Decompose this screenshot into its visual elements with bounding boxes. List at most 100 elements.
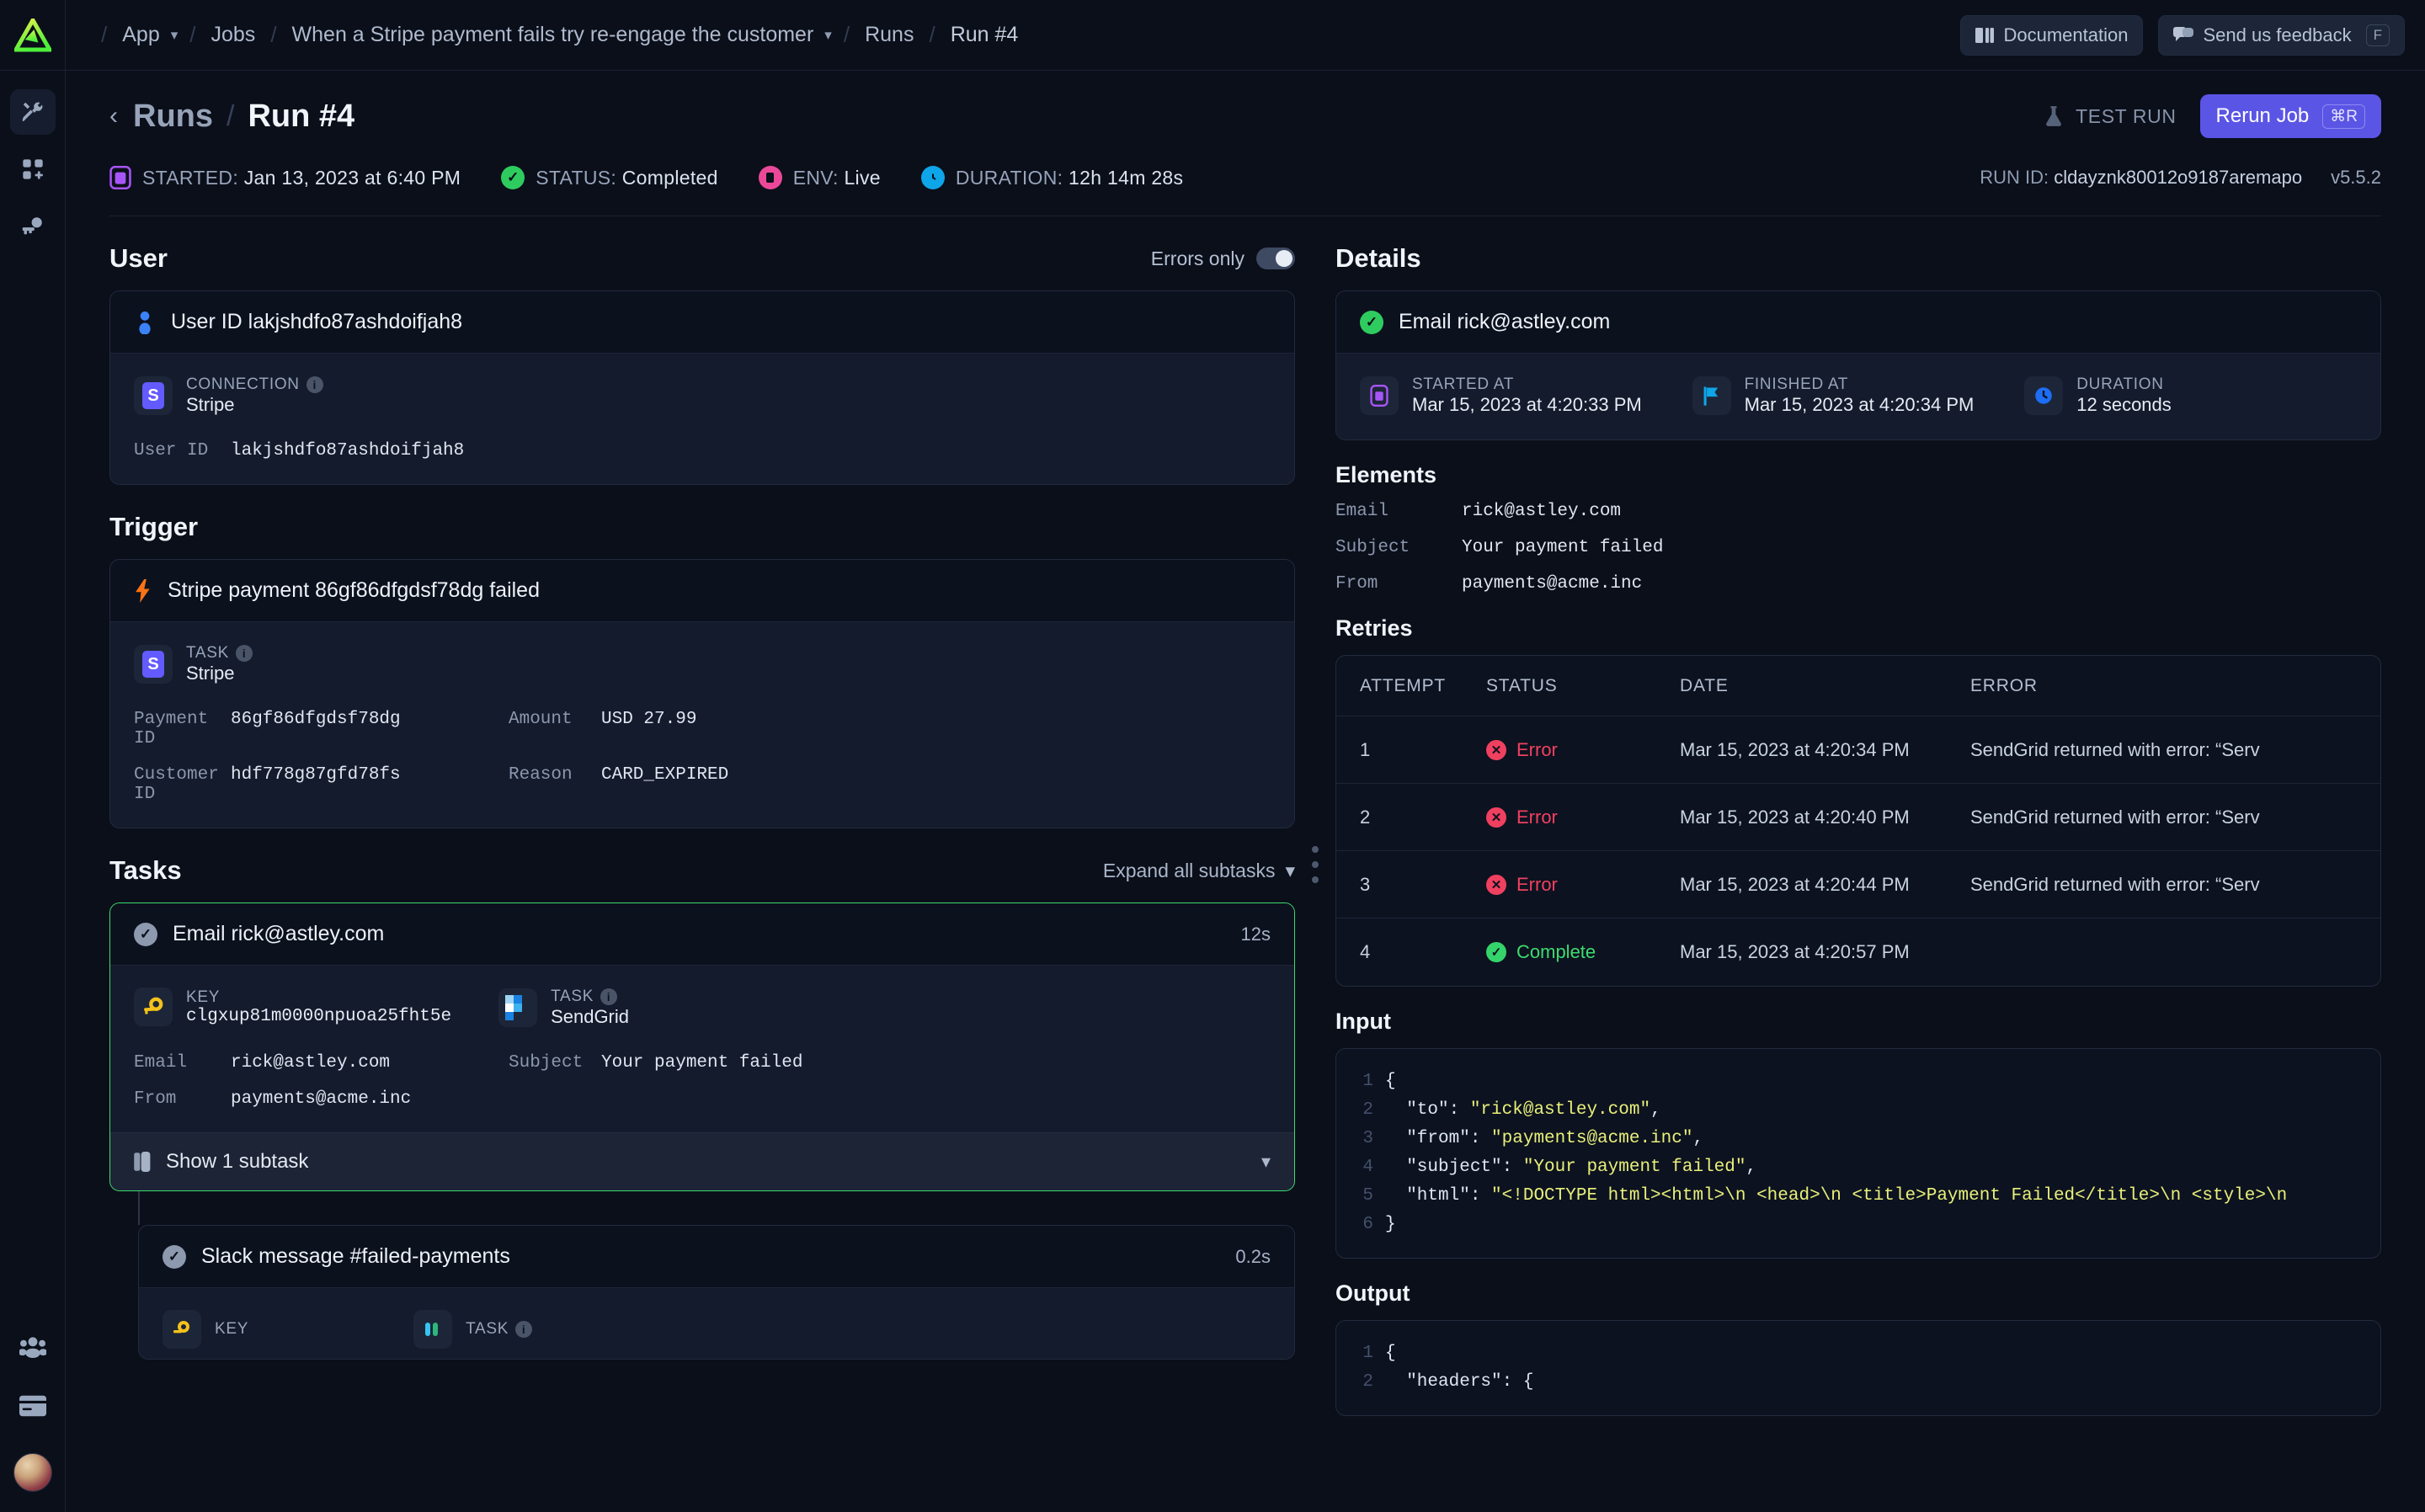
started-at-label: STARTED AT bbox=[1412, 375, 1515, 393]
run-id: RUN ID: cldayznk80012o9187aremapo bbox=[1980, 167, 2303, 188]
elements-list: Email rick@astley.com Subject Your payme… bbox=[1335, 502, 2381, 594]
avatar[interactable] bbox=[13, 1453, 52, 1492]
sidebar-item-team[interactable] bbox=[18, 1335, 47, 1363]
subtask-card-header[interactable]: ✓ Slack message #failed-payments 0.2s bbox=[139, 1226, 1294, 1288]
feedback-shortcut: F bbox=[2365, 24, 2390, 46]
content-panes: User Errors only User ID lakjshdfo87ashd… bbox=[66, 216, 2425, 1512]
field-key: Payment ID bbox=[134, 710, 209, 748]
table-row[interactable]: 3 ✕ Error Mar 15, 2023 at 4:20:44 PM Send… bbox=[1336, 851, 2380, 918]
breadcrumb-sep: / bbox=[101, 22, 108, 47]
breadcrumb-item-app[interactable]: App bbox=[119, 23, 163, 47]
task-card-header[interactable]: ✓ Email rick@astley.com 12s bbox=[110, 903, 1294, 966]
task-card-body: KEY clgxup81m0000npuoa25fht5e TASK i Sen… bbox=[110, 966, 1294, 1132]
info-icon[interactable]: i bbox=[306, 376, 323, 393]
key-icon bbox=[163, 1310, 201, 1349]
flag-icon-glyph bbox=[1703, 386, 1718, 406]
details-section-title: Details bbox=[1335, 243, 1421, 273]
field-value: USD 27.99 bbox=[601, 710, 697, 729]
trigger-fields: Payment ID 86gf86dfgdsf78dg Amount USD 2… bbox=[134, 710, 1271, 804]
connection-chip[interactable]: S CONNECTION i Stripe bbox=[134, 375, 323, 416]
code-line: 1{ bbox=[1362, 1344, 1396, 1363]
breadcrumb-item-run[interactable]: Run #4 bbox=[947, 23, 1022, 47]
app-logo[interactable] bbox=[0, 0, 65, 71]
cell-error: SendGrid returned with error: “Serv bbox=[1970, 873, 2260, 895]
page-title-parent[interactable]: Runs bbox=[133, 98, 213, 135]
key-chip[interactable]: KEY clgxup81m0000npuoa25fht5e bbox=[134, 988, 451, 1026]
detail-finished-text: FINISHED AT Mar 15, 2023 at 4:20:34 PM bbox=[1745, 375, 1975, 416]
rerun-job-button[interactable]: Rerun Job ⌘R bbox=[2199, 94, 2381, 138]
check-circle-icon: ✓ bbox=[501, 166, 525, 189]
output-code-block[interactable]: 1{ 2 "headers": { bbox=[1335, 1320, 2381, 1416]
element-value: payments@acme.inc bbox=[1462, 574, 1643, 594]
test-run-button[interactable]: TEST RUN bbox=[2044, 105, 2176, 128]
table-row[interactable]: 2 ✕ Error Mar 15, 2023 at 4:20:40 PM Send… bbox=[1336, 784, 2380, 851]
user-card-title: User ID lakjshdfo87ashdoifjah8 bbox=[171, 310, 463, 333]
breadcrumb-item-jobs[interactable]: Jobs bbox=[208, 23, 259, 47]
meta-status: ✓ STATUS: Completed bbox=[501, 166, 717, 189]
documentation-button[interactable]: Documentation bbox=[1960, 14, 2144, 56]
chevron-down-icon[interactable]: ▾ bbox=[163, 27, 179, 44]
breadcrumb-item-job[interactable]: When a Stripe payment fails try re-engag… bbox=[289, 23, 818, 47]
input-code-block[interactable]: 1{ 2 "to": "rick@astley.com", 3 "from": … bbox=[1335, 1048, 2381, 1259]
chevron-down-icon[interactable]: ▾ bbox=[817, 27, 832, 44]
task-fields: Email rick@astley.com Subject Your payme… bbox=[134, 1053, 1271, 1109]
sendgrid-task-chip[interactable]: TASK i SendGrid bbox=[498, 988, 629, 1028]
code-line: 5 "html": "<!DOCTYPE html><html>\n <head… bbox=[1362, 1186, 2288, 1206]
connector-line bbox=[138, 1191, 140, 1225]
breadcrumb-item-runs[interactable]: Runs bbox=[861, 23, 917, 47]
table-row[interactable]: 1 ✕ Error Mar 15, 2023 at 4:20:34 PM Send… bbox=[1336, 716, 2380, 784]
task-label: TASK i bbox=[551, 988, 629, 1006]
cell-status: ✕ Error bbox=[1486, 807, 1680, 828]
key-chip[interactable]: KEY bbox=[163, 1310, 248, 1349]
field-key: Amount bbox=[509, 710, 573, 729]
cell-attempt: 4 bbox=[1360, 941, 1371, 962]
pane-resize-handle[interactable] bbox=[1295, 216, 1335, 1512]
clock-icon bbox=[920, 166, 945, 189]
table-row[interactable]: 4 ✓ Complete Mar 15, 2023 at 4:20:57 PM bbox=[1336, 918, 2380, 986]
send-feedback-label: Send us feedback bbox=[2203, 24, 2352, 45]
info-icon[interactable]: i bbox=[236, 645, 253, 662]
task-chip[interactable]: S TASK i Stripe bbox=[134, 644, 253, 684]
connection-label: CONNECTION i bbox=[186, 375, 323, 394]
show-subtasks-button[interactable]: Show 1 subtask ▾ bbox=[110, 1132, 1294, 1190]
field-value: lakjshdfo87ashdoifjah8 bbox=[231, 441, 465, 461]
expand-all-subtasks-button[interactable]: Expand all subtasks ▾ bbox=[1103, 860, 1295, 882]
page-header: ‹ Runs / Run #4 TEST RUN Rerun Job ⌘R ST… bbox=[66, 71, 2425, 197]
sidebar-item-tools[interactable] bbox=[9, 89, 56, 135]
cell-date: Mar 15, 2023 at 4:20:34 PM bbox=[1680, 738, 1910, 760]
error-icon: ✕ bbox=[1486, 874, 1506, 895]
slack-task-chip[interactable]: TASK i bbox=[413, 1310, 533, 1349]
element-key: Subject bbox=[1335, 538, 1410, 557]
chevron-down-icon: ▾ bbox=[1260, 1151, 1271, 1172]
meta-started: STARTED: Jan 13, 2023 at 6:40 PM bbox=[109, 166, 461, 189]
sendgrid-icon-glyph bbox=[505, 995, 523, 1020]
back-chevron-icon[interactable]: ‹ bbox=[109, 102, 118, 130]
output-title: Output bbox=[1335, 1280, 1410, 1306]
cell-attempt: 1 bbox=[1360, 738, 1371, 760]
errors-only-toggle[interactable] bbox=[1256, 248, 1295, 269]
key-label: KEY bbox=[215, 1320, 249, 1338]
code-line: 2 "headers": { bbox=[1362, 1372, 1534, 1392]
sidebar-item-billing[interactable] bbox=[19, 1395, 46, 1421]
info-icon[interactable]: i bbox=[600, 988, 618, 1005]
detail-duration: DURATION 12 seconds bbox=[2024, 375, 2357, 416]
send-feedback-button[interactable]: Send us feedback F bbox=[2158, 14, 2405, 56]
test-run-label: TEST RUN bbox=[2076, 104, 2177, 127]
input-title: Input bbox=[1335, 1009, 1391, 1034]
sidebar-item-keys[interactable] bbox=[10, 204, 56, 249]
trigger-card-header[interactable]: Stripe payment 86gf86dfgdsf78dg failed bbox=[110, 560, 1294, 622]
sidebar-item-add-module[interactable] bbox=[10, 146, 56, 192]
connection-chip-text: CONNECTION i Stripe bbox=[186, 375, 323, 416]
cell-date: Mar 15, 2023 at 4:20:44 PM bbox=[1680, 873, 1910, 895]
col-error: ERROR bbox=[1970, 675, 2038, 695]
key-icon bbox=[22, 217, 42, 235]
info-icon[interactable]: i bbox=[515, 1321, 533, 1338]
show-subtask-label: Show 1 subtask bbox=[166, 1150, 309, 1173]
right-pane: Details ✓ Email rick@astley.com STARTED … bbox=[1335, 216, 2425, 1512]
documentation-label: Documentation bbox=[2003, 24, 2129, 45]
field-key: Reason bbox=[509, 765, 573, 785]
table-header-row: ATTEMPT STATUS DATE ERROR bbox=[1336, 656, 2380, 716]
chevron-down-icon: ▾ bbox=[1285, 859, 1295, 881]
user-card-header[interactable]: User ID lakjshdfo87ashdoifjah8 bbox=[110, 291, 1294, 354]
key-icon-glyph bbox=[144, 997, 163, 1014]
